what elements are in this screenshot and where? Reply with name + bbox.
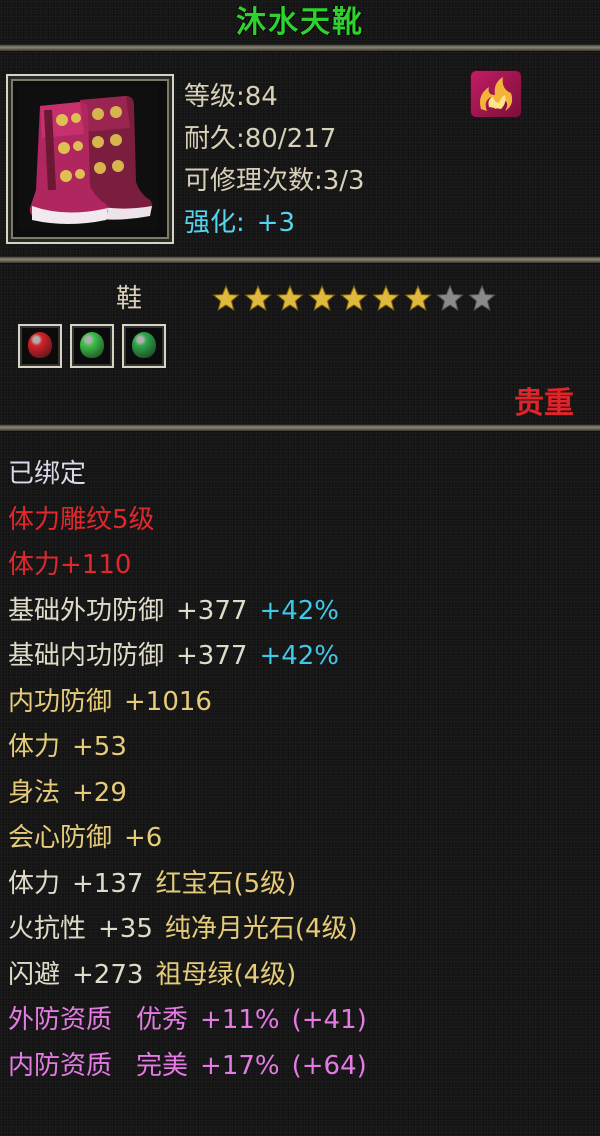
star-filled-icon	[372, 284, 400, 312]
gem3-line: 闪避 +273 祖母绿(4级)	[8, 953, 367, 999]
gem3-name: 祖母绿(4级)	[155, 959, 297, 990]
gem3-label: 闪避	[8, 959, 61, 990]
attribute-list: 已绑定 体力雕纹5级 体力+110 基础外功防御 +377 +42% 基础内功防御 +…	[8, 452, 367, 1089]
star-filled-icon	[212, 284, 240, 312]
stamina-value: +53	[72, 732, 127, 762]
top-divider	[0, 44, 600, 52]
gem2-label: 火抗性	[8, 914, 87, 944]
agility-value: +29	[72, 777, 127, 808]
star-filled-icon	[308, 284, 336, 312]
item-type: 鞋	[116, 284, 143, 314]
aptitude1-grade: 优秀	[136, 1005, 189, 1035]
crit-def-value: +6	[124, 823, 163, 853]
int-def2-label: 内功防御	[8, 686, 113, 717]
jade-gem-icon	[80, 332, 104, 358]
gem3-value: +273	[72, 959, 144, 990]
ext-def-value: +377	[176, 595, 248, 626]
ext-def-line: 基础外功防御 +377 +42%	[8, 589, 367, 635]
flame-emblem-icon	[470, 70, 522, 118]
aptitude1-line: 外防资质 优秀 +11% (+41)	[8, 998, 367, 1044]
aptitude2-label: 内防资质	[8, 1050, 113, 1081]
aptitude1-bonus: (+41)	[291, 1005, 367, 1035]
stamina-label: 体力	[8, 732, 61, 762]
star-empty-icon	[436, 284, 464, 312]
enhance-label: 强化:	[184, 208, 245, 238]
carving-line: 体力雕纹5级	[8, 504, 155, 535]
gem1-value: +137	[72, 868, 144, 899]
aptitude2-pct: +17%	[200, 1050, 280, 1081]
gem1-name: 红宝石(5级)	[155, 868, 297, 899]
item-stats: 等级:84 耐久:80/217 可修理次数:3/3 强化: +3	[184, 76, 365, 244]
star-rating	[212, 284, 496, 312]
item-icon-frame[interactable]	[6, 74, 174, 244]
aptitude1-pct: +11%	[200, 1005, 280, 1035]
item-name: 沐水天靴	[236, 5, 364, 40]
aptitude1-label: 外防资质	[8, 1005, 113, 1035]
enhance-row: 强化: +3	[184, 202, 365, 244]
aptitude2-bonus: (+64)	[291, 1050, 367, 1081]
level: 等级:84	[184, 82, 278, 112]
ruby-gem-icon	[28, 332, 52, 358]
star-empty-icon	[468, 284, 496, 312]
gem2-value: +35	[98, 914, 153, 944]
aptitude2-line: 内防资质 完美 +17% (+64)	[8, 1044, 367, 1090]
gem2-line: 火抗性 +35 纯净月光石(4级)	[8, 907, 367, 953]
star-filled-icon	[276, 284, 304, 312]
crit-def-line: 会心防御 +6	[8, 816, 367, 862]
repair-count: 可修理次数:3/3	[184, 166, 365, 196]
stamina-line: 体力 +53	[8, 725, 367, 771]
agility-label: 身法	[8, 777, 61, 808]
int-def-line: 基础内功防御 +377 +42%	[8, 634, 367, 680]
int-def2-line: 内功防御 +1016	[8, 680, 367, 726]
gem-slots	[18, 324, 166, 368]
crit-def-label: 会心防御	[8, 823, 113, 853]
star-filled-icon	[244, 284, 272, 312]
gem-slot-2[interactable]	[70, 324, 114, 368]
gem1-line: 体力 +137 红宝石(5级)	[8, 862, 367, 908]
int-def-pct: +42%	[259, 641, 340, 671]
ext-def-pct: +42%	[259, 595, 340, 626]
gem1-label: 体力	[8, 868, 61, 899]
aptitude2-grade: 完美	[136, 1050, 189, 1081]
lower-divider	[0, 424, 600, 432]
int-def-value: +377	[176, 641, 248, 671]
emerald-gem-icon	[132, 332, 156, 358]
enhance-value: +3	[256, 208, 296, 238]
ext-def-label: 基础外功防御	[8, 595, 165, 626]
gem-slot-3[interactable]	[122, 324, 166, 368]
carving-bonus-line: 体力+110	[8, 550, 132, 580]
gem2-name: 纯净月光石(4级)	[164, 914, 358, 944]
int-def-label: 基础内功防御	[8, 641, 165, 671]
middle-divider	[0, 256, 600, 264]
star-filled-icon	[404, 284, 432, 312]
rarity-label: 贵重	[514, 386, 574, 421]
star-filled-icon	[340, 284, 368, 312]
agility-line: 身法 +29	[8, 771, 367, 817]
bound-status: 已绑定	[8, 459, 87, 489]
durability: 耐久:80/217	[184, 124, 337, 154]
gem-slot-1[interactable]	[18, 324, 62, 368]
boots-icon	[18, 86, 158, 228]
int-def2-value: +1016	[124, 686, 212, 717]
